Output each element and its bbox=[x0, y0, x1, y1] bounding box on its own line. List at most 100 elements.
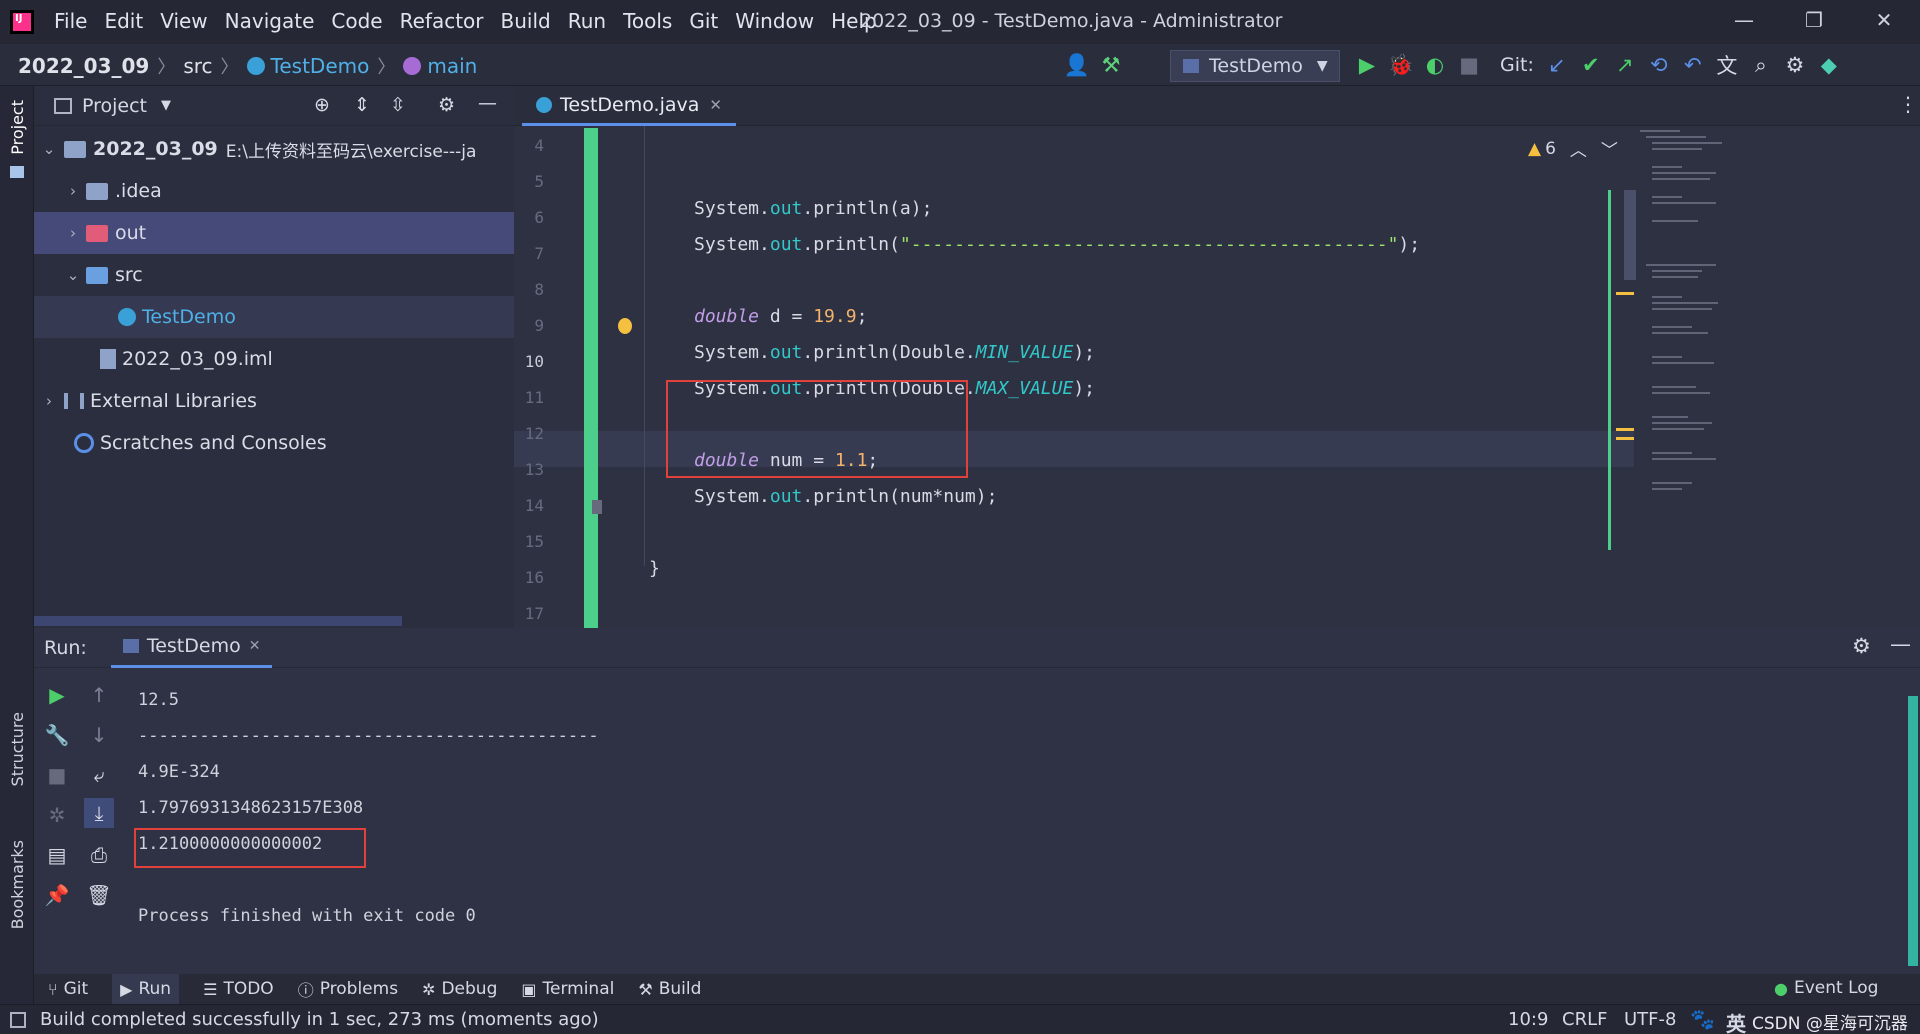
scroll-to-end-icon[interactable]: ⤓ bbox=[84, 798, 114, 828]
vertical-scrollbar[interactable] bbox=[1908, 696, 1918, 966]
code-line-14[interactable]: } bbox=[649, 558, 660, 579]
status-message[interactable]: Build completed successfully in 1 sec, 2… bbox=[40, 1009, 599, 1030]
tool-tab-problems[interactable]: ⓘ Problems bbox=[298, 977, 398, 1001]
breadcrumb-class[interactable]: TestDemo bbox=[271, 54, 370, 78]
close-tab-icon[interactable]: ✕ bbox=[249, 638, 261, 654]
horizontal-scrollbar[interactable] bbox=[34, 616, 402, 626]
tool-tab-git[interactable]: ⑂ Git bbox=[48, 979, 88, 999]
tree-item-testdemo[interactable]: TestDemo bbox=[34, 296, 514, 338]
history-icon[interactable]: ⟲ bbox=[1642, 48, 1676, 82]
restore-icon[interactable]: ❐ bbox=[1794, 8, 1834, 36]
search-icon[interactable]: ⌕ bbox=[1744, 48, 1778, 82]
menu-file[interactable]: File bbox=[54, 9, 87, 33]
code-line-12[interactable]: System.out.println(num*num); bbox=[694, 486, 997, 507]
rollback-icon[interactable]: ↶ bbox=[1676, 48, 1710, 82]
git-commit-icon[interactable]: ✔ bbox=[1574, 48, 1608, 82]
locate-icon[interactable]: ⊕ bbox=[314, 94, 330, 116]
breadcrumb-method[interactable]: main bbox=[427, 54, 477, 78]
tool-tab-event-log[interactable]: ● Event Log bbox=[1774, 978, 1878, 998]
debug-icon[interactable]: 🐞 bbox=[1384, 48, 1418, 82]
minimize-icon[interactable]: — bbox=[1724, 8, 1764, 36]
stop-icon[interactable]: ■ bbox=[1452, 48, 1486, 82]
vcs-change-marker[interactable] bbox=[584, 128, 598, 628]
menu-run[interactable]: Run bbox=[568, 9, 606, 33]
tree-item-scratches[interactable]: Scratches and Consoles bbox=[34, 422, 514, 464]
menu-tools[interactable]: Tools bbox=[623, 9, 672, 33]
breadcrumb-project[interactable]: 2022_03_09 bbox=[18, 54, 149, 78]
rerun-icon[interactable]: ▶ bbox=[42, 680, 72, 710]
translate-icon[interactable]: 文 bbox=[1710, 48, 1744, 82]
tree-item-iml[interactable]: 2022_03_09.iml bbox=[34, 338, 514, 380]
wrench-icon[interactable]: 🔧 bbox=[42, 720, 72, 750]
bookmarks-tool-button[interactable]: Bookmarks bbox=[8, 840, 27, 929]
arrow-up-icon[interactable]: ↑ bbox=[84, 680, 114, 710]
pin-icon[interactable]: 📌 bbox=[42, 880, 72, 910]
tool-tab-debug[interactable]: ✲ Debug bbox=[422, 979, 497, 999]
structure-tool-button[interactable]: Structure bbox=[8, 712, 27, 786]
layout-icon[interactable]: ▤ bbox=[42, 840, 72, 870]
menu-navigate[interactable]: Navigate bbox=[225, 9, 315, 33]
dropdown-arrow-icon[interactable]: ▼ bbox=[161, 98, 171, 113]
collapse-all-icon[interactable]: ⇳ bbox=[390, 94, 406, 116]
editor-tab-testdemo[interactable]: TestDemo.java ✕ bbox=[522, 86, 736, 126]
tree-item-out[interactable]: › out bbox=[34, 212, 514, 254]
code-line-7[interactable]: double d = 19.9; bbox=[694, 306, 867, 327]
lightbulb-icon[interactable] bbox=[618, 318, 632, 334]
line-separator[interactable]: CRLF bbox=[1562, 1009, 1607, 1030]
chevron-down-icon[interactable]: ﹀ bbox=[1601, 136, 1618, 161]
plugin-icon[interactable]: ◆ bbox=[1812, 48, 1846, 82]
code-line-5[interactable]: System.out.println("--------------------… bbox=[694, 234, 1420, 255]
code-line-8[interactable]: System.out.println(Double.MIN_VALUE); bbox=[694, 342, 1095, 363]
project-tool-button[interactable]: Project bbox=[8, 100, 27, 155]
run-configuration-select[interactable]: TestDemo ▼ bbox=[1170, 50, 1340, 82]
menu-view[interactable]: View bbox=[160, 9, 207, 33]
run-tab-testdemo[interactable]: TestDemo ✕ bbox=[110, 628, 273, 668]
hide-panel-icon[interactable]: — bbox=[478, 92, 497, 114]
fold-marker-icon[interactable] bbox=[592, 500, 602, 514]
run-icon[interactable]: ▶ bbox=[1350, 48, 1384, 82]
hammer-build-icon[interactable]: ⚒ bbox=[1094, 48, 1128, 82]
ime-indicator[interactable]: 英 bbox=[1726, 1008, 1746, 1034]
git-update-icon[interactable]: ↙ bbox=[1540, 48, 1574, 82]
coverage-icon[interactable]: ◐ bbox=[1418, 48, 1452, 82]
tree-item-idea[interactable]: › .idea bbox=[34, 170, 514, 212]
close-window-icon[interactable]: ✕ bbox=[1864, 8, 1904, 36]
code-line-4[interactable]: System.out.println(a); bbox=[694, 198, 932, 219]
menu-code[interactable]: Code bbox=[331, 9, 382, 33]
trash-icon[interactable]: 🗑 bbox=[84, 880, 114, 910]
tool-tab-build[interactable]: ⚒ Build bbox=[638, 979, 701, 999]
status-window-icon[interactable] bbox=[10, 1011, 26, 1028]
file-encoding[interactable]: UTF-8 bbox=[1624, 1009, 1676, 1030]
tree-item-external-libraries[interactable]: › External Libraries bbox=[34, 380, 514, 422]
debug-icon[interactable]: ✲ bbox=[42, 800, 72, 830]
project-panel-title[interactable]: Project bbox=[82, 95, 147, 117]
chevron-up-icon[interactable]: ︿ bbox=[1570, 136, 1587, 161]
warning-stripe-marker[interactable] bbox=[1616, 428, 1634, 440]
settings-gear-icon[interactable]: ⚙ bbox=[438, 94, 455, 116]
tool-tab-terminal[interactable]: ▣ Terminal bbox=[521, 979, 614, 999]
tool-tab-run[interactable]: ▶ Run bbox=[112, 974, 180, 1004]
menu-git[interactable]: Git bbox=[689, 9, 718, 33]
menu-refactor[interactable]: Refactor bbox=[400, 9, 484, 33]
git-push-icon[interactable]: ↗ bbox=[1608, 48, 1642, 82]
settings-gear-icon[interactable]: ⚙ bbox=[1778, 48, 1812, 82]
stop-icon[interactable]: ■ bbox=[42, 760, 72, 790]
menu-build[interactable]: Build bbox=[501, 9, 551, 33]
breadcrumb-src[interactable]: src bbox=[183, 54, 212, 78]
tree-item-root[interactable]: ⌄ 2022_03_09 E:\上传资料至码云\exercise---java-… bbox=[34, 128, 514, 170]
arrow-down-icon[interactable]: ↓ bbox=[84, 720, 114, 750]
warning-stripe-marker[interactable] bbox=[1616, 292, 1634, 295]
caret-position[interactable]: 10:9 bbox=[1508, 1009, 1548, 1030]
menu-edit[interactable]: Edit bbox=[104, 9, 143, 33]
user-icon[interactable]: 👤 bbox=[1060, 48, 1094, 82]
soft-wrap-icon[interactable]: ⤶ bbox=[84, 760, 114, 790]
hide-panel-icon[interactable]: — bbox=[1890, 632, 1911, 656]
inspection-widget[interactable]: ▲ 6 ︿ ﹀ bbox=[1528, 136, 1618, 162]
tool-tab-todo[interactable]: ☰ TODO bbox=[203, 979, 274, 999]
tree-item-src[interactable]: ⌄ src bbox=[34, 254, 514, 296]
expand-all-icon[interactable]: ⇕ bbox=[354, 94, 370, 116]
more-options-icon[interactable]: ⋮ bbox=[1898, 92, 1918, 116]
settings-gear-icon[interactable]: ⚙ bbox=[1852, 634, 1871, 658]
menu-window[interactable]: Window bbox=[735, 9, 814, 33]
print-icon[interactable]: ⎙ bbox=[84, 840, 114, 870]
